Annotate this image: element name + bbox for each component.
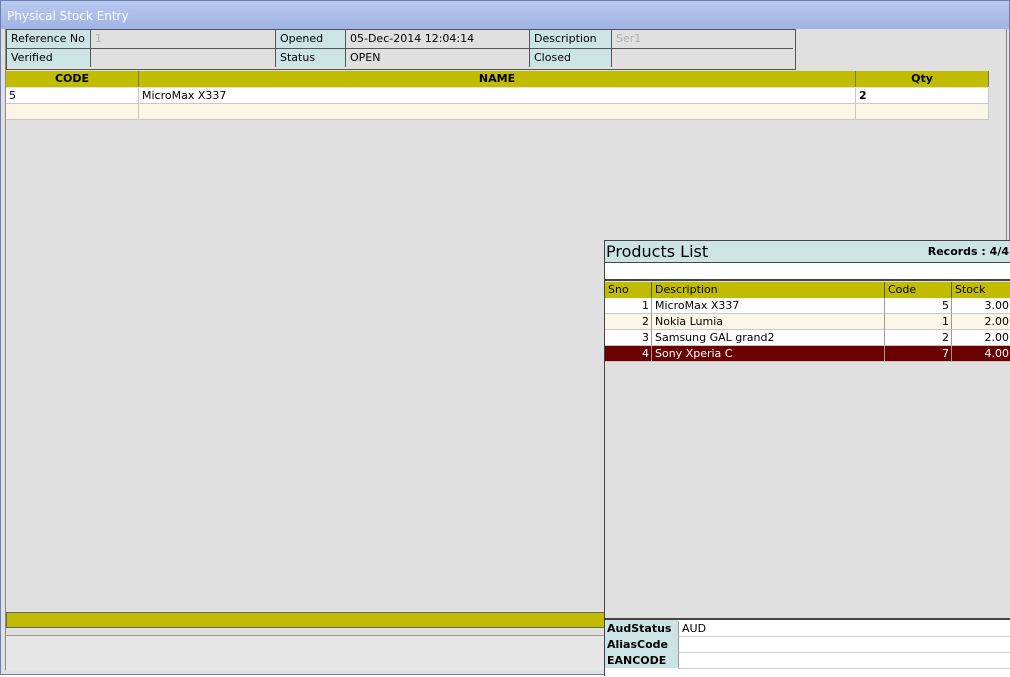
column-header-description[interactable]: Description [652,282,885,298]
opened-field[interactable]: 05-Dec-2014 12:04:14 [346,30,530,48]
status-field[interactable]: OPEN [346,49,530,67]
product-row-description[interactable]: Samsung GAL grand2 [652,330,885,346]
verified-field[interactable] [91,49,276,67]
products-list-popup: Products List Records : 4/4 Sno Descript… [604,240,1010,677]
description-label: Description [530,30,612,48]
product-row-code[interactable]: 2 [885,330,952,346]
product-row-sno[interactable]: 1 [605,298,652,314]
aud-status-label: AudStatus [607,622,672,635]
title-bar[interactable]: Physical Stock Entry [1,1,1009,29]
closed-field[interactable] [612,49,794,67]
product-row-description[interactable]: Nokia Lumia [652,314,885,330]
closed-label: Closed [530,49,612,67]
product-row-sno[interactable]: 2 [605,314,652,330]
grid-cell-code[interactable] [6,104,139,120]
product-row-code[interactable]: 1 [885,314,952,330]
grid-cell-name[interactable] [139,104,856,120]
eancode-field[interactable] [678,653,1010,669]
column-header-stock[interactable]: Stock [952,282,1010,298]
product-row-stock[interactable]: 3.00 [952,298,1010,314]
reference-no-field[interactable]: 1 [91,30,276,48]
status-label: Status [276,49,346,67]
products-search-input[interactable] [605,263,1010,281]
products-list-header: Products List Records : 4/4 [605,241,1010,263]
product-row-sno-selected[interactable]: 4 [605,346,652,362]
header-info-panel: Reference No 1 Opened 05-Dec-2014 12:04:… [6,29,796,70]
column-header-code[interactable]: CODE [6,71,139,87]
product-row-stock[interactable]: 2.00 [952,330,1010,346]
column-header-code[interactable]: Code [885,282,952,298]
grid-cell-qty[interactable] [856,104,989,120]
products-list-title: Products List [606,242,709,261]
reference-no-label: Reference No [7,30,91,48]
aud-status-field[interactable]: AUD [678,621,1010,637]
product-row-code-selected[interactable]: 7 [885,346,952,362]
alias-code-label: AliasCode [607,638,668,651]
product-row-code[interactable]: 5 [885,298,952,314]
physical-stock-entry-window: Physical Stock Entry Reference No 1 Open… [0,0,1010,677]
column-header-sno[interactable]: Sno [605,282,652,298]
verified-label: Verified [7,49,91,67]
grid-cell-name[interactable]: MicroMax X337 [139,88,856,104]
records-count: Records : 4/4 [927,245,1009,258]
eancode-label: EANCODE [607,654,667,667]
grid-cell-qty[interactable]: 2 [856,88,989,104]
alias-code-field[interactable] [678,637,1010,653]
column-header-name[interactable]: NAME [139,71,856,87]
product-details-panel: AudStatus AUD AliasCode EANCODE [605,618,1010,677]
product-row-description[interactable]: MicroMax X337 [652,298,885,314]
product-row-sno[interactable]: 3 [605,330,652,346]
product-row-stock[interactable]: 2.00 [952,314,1010,330]
grid-cell-code[interactable]: 5 [6,88,139,104]
column-header-qty[interactable]: Qty [856,71,989,87]
window-title: Physical Stock Entry [7,9,129,23]
description-field[interactable]: Ser1 [612,30,794,48]
product-row-stock-selected[interactable]: 4.00 [952,346,1010,362]
bottom-status-area [6,635,606,670]
opened-label: Opened [276,30,346,48]
grid-footer-bar [6,612,606,628]
product-row-description-selected[interactable]: Sony Xperia C [652,346,885,362]
